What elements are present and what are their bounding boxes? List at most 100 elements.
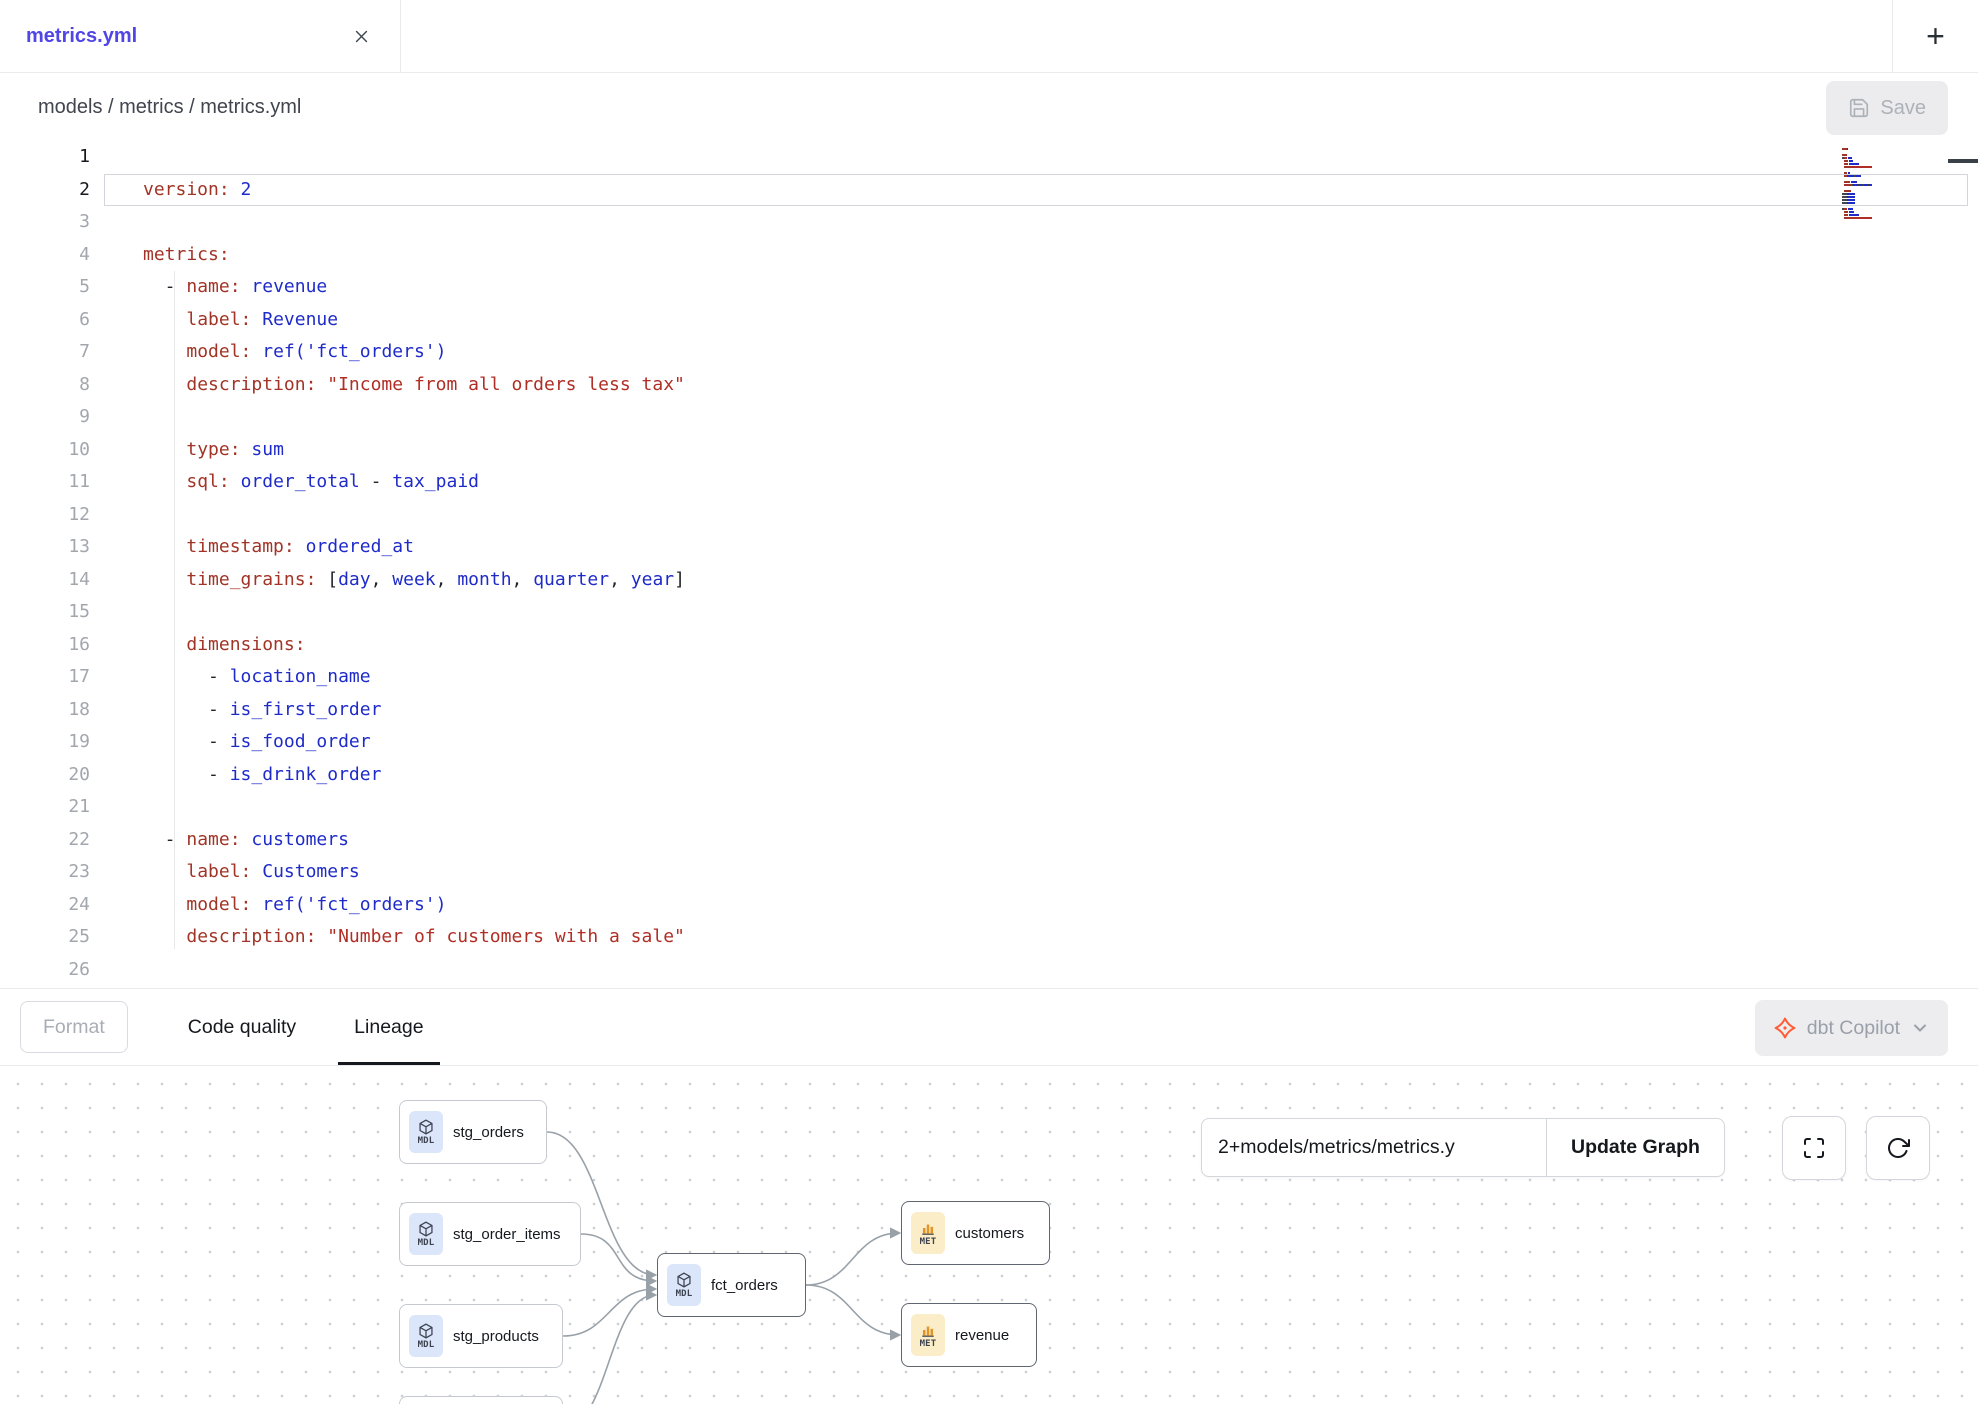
minimap-line [1842,196,1894,198]
line-number: 2 [0,174,90,207]
editor-line[interactable]: 2version: 2 [0,174,1978,207]
minimap-line [1842,145,1894,147]
code-text: label: Revenue [90,304,338,337]
minimap-line [1842,211,1894,213]
editor-line[interactable]: 20 - is_drink_order [0,759,1978,792]
code-editor[interactable]: 12version: 234metrics:5 - name: revenue6… [0,141,1978,988]
minimap-line [1842,154,1894,156]
lineage-edge-fct_orders-to-customers [806,1233,899,1285]
bottom-toolbar: Format Code quality Lineage dbt Copilot [0,988,1978,1066]
editor-line[interactable]: 16 dimensions: [0,629,1978,662]
editor-line[interactable]: 14 time_grains: [day, week, month, quart… [0,564,1978,597]
node-label: fct_orders [711,1277,778,1294]
lineage-node-stg_order_items[interactable]: MDL stg_order_items [399,1202,581,1266]
editor-line[interactable]: 8 description: "Income from all orders l… [0,369,1978,402]
fullscreen-button[interactable] [1782,1116,1846,1180]
line-number: 5 [0,271,90,304]
lineage-node-stg_orders[interactable]: MDLstg_orders [399,1100,547,1164]
editor-line[interactable]: 4metrics: [0,239,1978,272]
minimap-line [1842,169,1894,171]
copilot-label: dbt Copilot [1807,1017,1900,1040]
editor-line[interactable]: 5 - name: revenue [0,271,1978,304]
editor-line[interactable]: 7 model: ref('fct_orders') [0,336,1978,369]
lineage-node-customers[interactable]: METcustomers [901,1201,1050,1265]
editor-line[interactable]: 10 type: sum [0,434,1978,467]
lineage-edge-stg_order_items-to-fct_orders [581,1234,655,1281]
model-selector-input[interactable] [1201,1118,1547,1177]
lineage-node-stg_products[interactable]: MDLstg_products [399,1304,563,1368]
editor-line[interactable]: 1 [0,141,1978,174]
code-text [90,206,143,239]
minimap-line [1842,178,1894,180]
editor-line[interactable]: 12 [0,499,1978,532]
lineage-node-stg_partial[interactable]: MDL [399,1396,563,1404]
tab-metrics-yml[interactable]: metrics.yml [0,0,401,72]
format-button[interactable]: Format [20,1001,128,1053]
code-text: model: ref('fct_orders') [90,336,446,369]
minimap[interactable] [1842,145,1894,223]
editor-line[interactable]: 3 [0,206,1978,239]
line-number: 22 [0,824,90,857]
update-graph-button[interactable]: Update Graph [1547,1118,1725,1177]
minimap-line [1842,208,1894,210]
minimap-line [1842,157,1894,159]
editor-line[interactable]: 25 description: "Number of customers wit… [0,921,1978,954]
minimap-line [1842,184,1894,186]
line-number: 9 [0,401,90,434]
line-number: 7 [0,336,90,369]
editor-line[interactable]: 24 model: ref('fct_orders') [0,889,1978,922]
editor-line[interactable]: 17 - location_name [0,661,1978,694]
refresh-button[interactable] [1866,1116,1930,1180]
editor-line[interactable]: 6 label: Revenue [0,304,1978,337]
editor-line[interactable]: 26 [0,954,1978,987]
minimap-line [1842,166,1894,168]
line-number: 17 [0,661,90,694]
editor-line[interactable]: 21 [0,791,1978,824]
lineage-node-revenue[interactable]: METrevenue [901,1303,1037,1367]
tab-code-quality[interactable]: Code quality [188,989,296,1065]
editor-line[interactable]: 18 - is_first_order [0,694,1978,727]
editor-line[interactable]: 22 - name: customers [0,824,1978,857]
dbt-copilot-button[interactable]: dbt Copilot [1755,1000,1948,1056]
minimap-line [1842,190,1894,192]
line-number: 20 [0,759,90,792]
code-text [90,954,143,987]
bar-chart-icon [920,1322,936,1338]
node-type-badge: MDL [418,1136,435,1146]
new-tab-button[interactable]: + [1892,0,1978,72]
editor-line[interactable]: 23 label: Customers [0,856,1978,889]
editor-line[interactable]: 9 [0,401,1978,434]
tab-lineage[interactable]: Lineage [354,989,423,1065]
node-type-badge: MDL [676,1289,693,1299]
save-button[interactable]: Save [1826,81,1948,135]
node-label: stg_order_items [453,1226,561,1243]
minimap-line [1842,163,1894,165]
scrollbar-marker[interactable] [1948,159,1978,163]
lineage-edge-stg_products-to-fct_orders [563,1289,655,1336]
code-text [90,499,143,532]
code-text: - is_first_order [90,694,381,727]
minimap-line [1842,214,1894,216]
lineage-canvas[interactable]: Update Graph MDLstg_ordersMDLstg_order_i… [0,1066,1978,1404]
line-number: 26 [0,954,90,987]
lineage-node-fct_orders[interactable]: MDL fct_orders [657,1253,806,1317]
code-text [90,401,143,434]
editor-line[interactable]: 11 sql: order_total - tax_paid [0,466,1978,499]
minimap-line [1842,220,1894,222]
editor-line[interactable]: 13 timestamp: ordered_at [0,531,1978,564]
line-number: 12 [0,499,90,532]
line-number: 21 [0,791,90,824]
editor-line[interactable]: 19 - is_food_order [0,726,1978,759]
model-icon: MDL [409,1213,443,1255]
cube-icon [418,1323,434,1339]
minimap-line [1842,217,1894,219]
close-icon[interactable] [353,28,370,45]
dbt-copilot-icon [1773,1016,1797,1040]
minimap-line [1842,202,1894,204]
cube-icon [676,1272,692,1288]
panel-tabs: Code quality Lineage [188,989,482,1065]
line-number: 8 [0,369,90,402]
editor-line[interactable]: 15 [0,596,1978,629]
model-selector-group: Update Graph [1201,1118,1725,1177]
line-number: 15 [0,596,90,629]
